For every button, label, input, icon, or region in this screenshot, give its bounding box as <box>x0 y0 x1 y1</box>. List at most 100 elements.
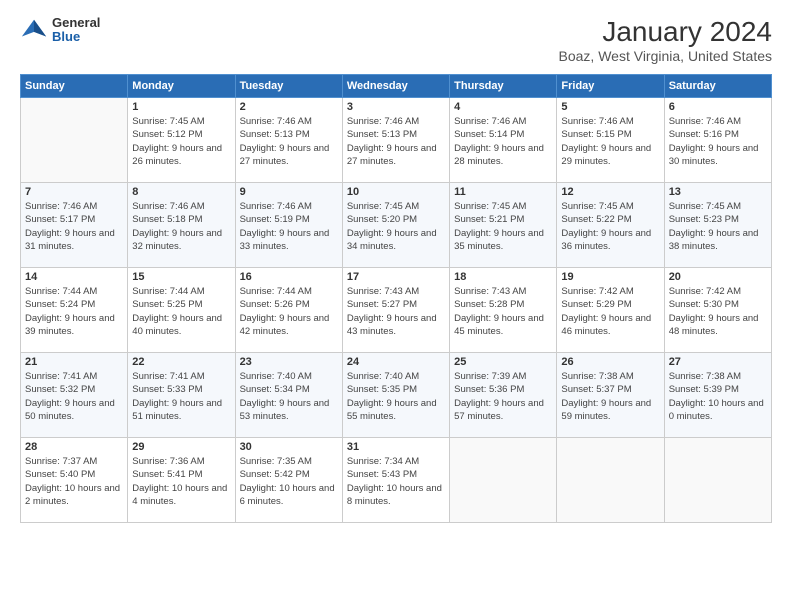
day-info: Sunrise: 7:35 AMSunset: 5:42 PMDaylight:… <box>240 455 338 508</box>
week-row-1: 1Sunrise: 7:45 AMSunset: 5:12 PMDaylight… <box>21 98 772 183</box>
day-cell: 25Sunrise: 7:39 AMSunset: 5:36 PMDayligh… <box>450 353 557 438</box>
day-info: Sunrise: 7:42 AMSunset: 5:30 PMDaylight:… <box>669 285 767 338</box>
week-row-4: 21 Sunrise: 7:41 AMSunset: 5:32 PMDayligh… <box>21 353 772 438</box>
logo-text: General Blue <box>52 16 100 45</box>
day-info: Sunrise: 7:46 AMSunset: 5:15 PMDaylight:… <box>561 115 659 168</box>
header-saturday: Saturday <box>664 75 771 98</box>
day-number: 9 <box>240 186 338 198</box>
day-cell <box>450 438 557 523</box>
calendar-header-row: Sunday Monday Tuesday Wednesday Thursday… <box>21 75 772 98</box>
page: General Blue January 2024 Boaz, West Vir… <box>0 0 792 612</box>
day-cell: 31 Sunrise: 7:34 AMSunset: 5:43 PMDayligh… <box>342 438 449 523</box>
day-cell: 29 Sunrise: 7:36 AMSunset: 5:41 PMDayligh… <box>128 438 235 523</box>
day-number: 17 <box>347 271 445 283</box>
header-thursday: Thursday <box>450 75 557 98</box>
day-number: 6 <box>669 101 767 113</box>
day-info: Sunrise: 7:37 AMSunset: 5:40 PMDaylight:… <box>25 455 123 508</box>
day-info: Sunrise: 7:43 AMSunset: 5:28 PMDaylight:… <box>454 285 552 338</box>
day-cell: 9Sunrise: 7:46 AMSunset: 5:19 PMDaylight… <box>235 183 342 268</box>
day-cell: 12 Sunrise: 7:45 AMSunset: 5:22 PMDayligh… <box>557 183 664 268</box>
day-info: Sunrise: 7:46 AMSunset: 5:13 PMDaylight:… <box>240 115 338 168</box>
day-cell: 28 Sunrise: 7:37 AMSunset: 5:40 PMDayligh… <box>21 438 128 523</box>
day-number: 16 <box>240 271 338 283</box>
day-cell: 5 Sunrise: 7:46 AMSunset: 5:15 PMDaylight… <box>557 98 664 183</box>
week-row-5: 28 Sunrise: 7:37 AMSunset: 5:40 PMDayligh… <box>21 438 772 523</box>
calendar-title: January 2024 <box>559 16 772 48</box>
day-number: 29 <box>132 441 230 453</box>
day-number: 7 <box>25 186 123 198</box>
day-number: 2 <box>240 101 338 113</box>
day-number: 31 <box>347 441 445 453</box>
header-tuesday: Tuesday <box>235 75 342 98</box>
day-cell: 14Sunrise: 7:44 AMSunset: 5:24 PMDayligh… <box>21 268 128 353</box>
day-cell: 26 Sunrise: 7:38 AMSunset: 5:37 PMDayligh… <box>557 353 664 438</box>
day-number: 30 <box>240 441 338 453</box>
calendar-subtitle: Boaz, West Virginia, United States <box>559 48 772 64</box>
day-number: 14 <box>25 271 123 283</box>
day-number: 27 <box>669 356 767 368</box>
day-number: 10 <box>347 186 445 198</box>
day-info: Sunrise: 7:38 AMSunset: 5:37 PMDaylight:… <box>561 370 659 423</box>
day-number: 28 <box>25 441 123 453</box>
day-number: 11 <box>454 186 552 198</box>
day-info: Sunrise: 7:46 AMSunset: 5:17 PMDaylight:… <box>25 200 123 253</box>
day-number: 1 <box>132 101 230 113</box>
day-cell: 18 Sunrise: 7:43 AMSunset: 5:28 PMDayligh… <box>450 268 557 353</box>
day-cell <box>21 98 128 183</box>
header-friday: Friday <box>557 75 664 98</box>
day-number: 26 <box>561 356 659 368</box>
day-cell: 19Sunrise: 7:42 AMSunset: 5:29 PMDayligh… <box>557 268 664 353</box>
header-wednesday: Wednesday <box>342 75 449 98</box>
day-cell: 16 Sunrise: 7:44 AMSunset: 5:26 PMDayligh… <box>235 268 342 353</box>
day-info: Sunrise: 7:46 AMSunset: 5:18 PMDaylight:… <box>132 200 230 253</box>
header-monday: Monday <box>128 75 235 98</box>
day-info: Sunrise: 7:41 AMSunset: 5:33 PMDaylight:… <box>132 370 230 423</box>
day-number: 12 <box>561 186 659 198</box>
day-info: Sunrise: 7:34 AMSunset: 5:43 PMDaylight:… <box>347 455 445 508</box>
day-cell: 15Sunrise: 7:44 AMSunset: 5:25 PMDayligh… <box>128 268 235 353</box>
day-cell: 22Sunrise: 7:41 AMSunset: 5:33 PMDayligh… <box>128 353 235 438</box>
day-info: Sunrise: 7:45 AMSunset: 5:22 PMDaylight:… <box>561 200 659 253</box>
day-cell: 6 Sunrise: 7:46 AMSunset: 5:16 PMDaylight… <box>664 98 771 183</box>
day-info: Sunrise: 7:43 AMSunset: 5:27 PMDaylight:… <box>347 285 445 338</box>
day-number: 8 <box>132 186 230 198</box>
day-info: Sunrise: 7:38 AMSunset: 5:39 PMDaylight:… <box>669 370 767 423</box>
title-block: January 2024 Boaz, West Virginia, United… <box>559 16 772 64</box>
day-info: Sunrise: 7:39 AMSunset: 5:36 PMDaylight:… <box>454 370 552 423</box>
day-cell: 4Sunrise: 7:46 AMSunset: 5:14 PMDaylight… <box>450 98 557 183</box>
week-row-2: 7 Sunrise: 7:46 AMSunset: 5:17 PMDaylight… <box>21 183 772 268</box>
day-number: 18 <box>454 271 552 283</box>
day-info: Sunrise: 7:40 AMSunset: 5:35 PMDaylight:… <box>347 370 445 423</box>
logo: General Blue <box>20 16 100 45</box>
day-number: 13 <box>669 186 767 198</box>
day-cell <box>557 438 664 523</box>
day-number: 21 <box>25 356 123 368</box>
day-info: Sunrise: 7:46 AMSunset: 5:13 PMDaylight:… <box>347 115 445 168</box>
day-cell: 21 Sunrise: 7:41 AMSunset: 5:32 PMDayligh… <box>21 353 128 438</box>
day-number: 5 <box>561 101 659 113</box>
calendar-table: Sunday Monday Tuesday Wednesday Thursday… <box>20 74 772 523</box>
day-cell: 10Sunrise: 7:45 AMSunset: 5:20 PMDayligh… <box>342 183 449 268</box>
day-info: Sunrise: 7:36 AMSunset: 5:41 PMDaylight:… <box>132 455 230 508</box>
day-cell: 7 Sunrise: 7:46 AMSunset: 5:17 PMDaylight… <box>21 183 128 268</box>
day-info: Sunrise: 7:46 AMSunset: 5:14 PMDaylight:… <box>454 115 552 168</box>
day-number: 15 <box>132 271 230 283</box>
day-number: 20 <box>669 271 767 283</box>
day-number: 3 <box>347 101 445 113</box>
day-info: Sunrise: 7:44 AMSunset: 5:26 PMDaylight:… <box>240 285 338 338</box>
day-info: Sunrise: 7:46 AMSunset: 5:16 PMDaylight:… <box>669 115 767 168</box>
day-number: 19 <box>561 271 659 283</box>
logo-icon <box>20 16 48 44</box>
logo-line2: Blue <box>52 30 100 44</box>
day-info: Sunrise: 7:41 AMSunset: 5:32 PMDaylight:… <box>25 370 123 423</box>
day-cell: 1Sunrise: 7:45 AMSunset: 5:12 PMDaylight… <box>128 98 235 183</box>
day-cell: 13 Sunrise: 7:45 AMSunset: 5:23 PMDayligh… <box>664 183 771 268</box>
day-cell <box>664 438 771 523</box>
logo-line1: General <box>52 16 100 30</box>
day-info: Sunrise: 7:45 AMSunset: 5:21 PMDaylight:… <box>454 200 552 253</box>
week-row-3: 14Sunrise: 7:44 AMSunset: 5:24 PMDayligh… <box>21 268 772 353</box>
header: General Blue January 2024 Boaz, West Vir… <box>20 16 772 64</box>
day-info: Sunrise: 7:40 AMSunset: 5:34 PMDaylight:… <box>240 370 338 423</box>
day-info: Sunrise: 7:45 AMSunset: 5:23 PMDaylight:… <box>669 200 767 253</box>
day-cell: 17 Sunrise: 7:43 AMSunset: 5:27 PMDayligh… <box>342 268 449 353</box>
